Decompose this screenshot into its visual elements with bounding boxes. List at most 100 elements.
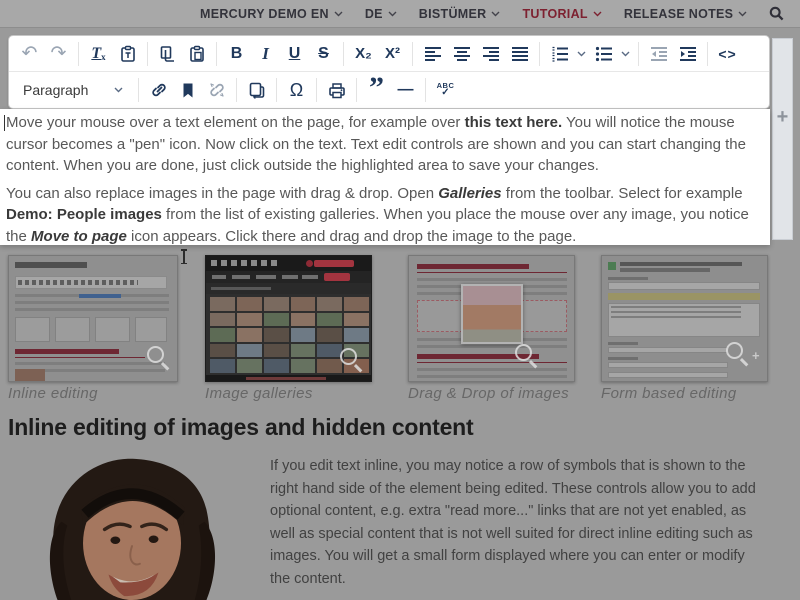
nav-item-mercury-demo-en[interactable]: MERCURY DEMO EN bbox=[200, 7, 343, 21]
gallery-thumbnail-drag-drop[interactable] bbox=[408, 255, 575, 382]
print-button[interactable] bbox=[322, 75, 351, 105]
anchor-button[interactable] bbox=[173, 75, 202, 105]
numbered-list-button[interactable] bbox=[545, 39, 574, 69]
face-thumbnail[interactable] bbox=[291, 313, 316, 327]
magnifier-icon[interactable] bbox=[147, 346, 164, 363]
face-thumbnail[interactable] bbox=[237, 297, 262, 311]
face-thumbnail[interactable] bbox=[291, 328, 316, 342]
strikethrough-button[interactable]: S bbox=[309, 39, 338, 69]
nav-item-bistuemer[interactable]: BISTÜMER bbox=[419, 7, 501, 21]
source-code-button[interactable]: <> bbox=[713, 39, 742, 69]
remove-link-button[interactable] bbox=[202, 75, 231, 105]
face-thumbnail[interactable] bbox=[237, 328, 262, 342]
face-thumbnail[interactable] bbox=[210, 297, 235, 311]
face-thumbnail[interactable] bbox=[210, 313, 235, 327]
insert-link-button[interactable] bbox=[144, 75, 173, 105]
strikethrough-icon: S bbox=[318, 46, 329, 62]
face-thumbnail[interactable] bbox=[264, 297, 289, 311]
gallery-thumbnail-inline-editing[interactable] bbox=[8, 255, 178, 382]
face-thumbnail[interactable] bbox=[237, 344, 262, 358]
toolbar-separator bbox=[707, 42, 708, 66]
editor-paragraph: You can also replace images in the page … bbox=[6, 183, 764, 248]
thumbnail-caption: Drag & Drop of images bbox=[408, 385, 569, 402]
special-character-button[interactable]: Ω bbox=[282, 75, 311, 105]
select-all-button[interactable] bbox=[242, 75, 271, 105]
align-right-button[interactable] bbox=[476, 39, 505, 69]
search-button[interactable] bbox=[769, 6, 784, 21]
horizontal-rule-button[interactable]: — bbox=[391, 75, 420, 105]
decrease-indent-button[interactable] bbox=[644, 39, 673, 69]
underline-icon: U bbox=[289, 46, 301, 62]
align-center-button[interactable] bbox=[447, 39, 476, 69]
face-thumbnail[interactable] bbox=[344, 328, 369, 342]
toolbar-separator bbox=[78, 42, 79, 66]
nav-item-release-notes[interactable]: RELEASE NOTES bbox=[624, 7, 747, 21]
gallery-thumbnail-image-galleries[interactable] bbox=[205, 255, 372, 382]
toolbar-separator bbox=[539, 42, 540, 66]
undo-button[interactable]: ↶ bbox=[15, 39, 44, 69]
bold-button[interactable]: B bbox=[222, 39, 251, 69]
magnifier-icon[interactable] bbox=[340, 348, 357, 365]
bookmark-icon bbox=[181, 82, 195, 99]
increase-indent-button[interactable] bbox=[673, 39, 702, 69]
face-thumbnail[interactable] bbox=[264, 313, 289, 327]
face-thumbnail[interactable] bbox=[210, 359, 235, 373]
spellcheck-button[interactable]: ABC ✓ bbox=[431, 75, 460, 105]
face-thumbnail[interactable] bbox=[291, 344, 316, 358]
justify-icon bbox=[511, 46, 529, 62]
toolbar-separator bbox=[216, 42, 217, 66]
bullet-list-menu-button[interactable] bbox=[618, 39, 633, 69]
chevron-down-icon bbox=[388, 11, 397, 17]
gallery-thumbnail-form-editing[interactable]: + bbox=[601, 255, 768, 382]
add-content-strip[interactable]: + bbox=[772, 38, 793, 240]
select-all-icon bbox=[248, 81, 266, 99]
face-thumbnail[interactable] bbox=[264, 344, 289, 358]
face-thumbnail[interactable] bbox=[317, 313, 342, 327]
face-thumbnail[interactable] bbox=[237, 359, 262, 373]
paragraph-format-select[interactable]: Paragraph bbox=[15, 75, 133, 105]
chevron-down-icon bbox=[114, 87, 123, 93]
unlink-icon bbox=[208, 81, 226, 99]
face-thumbnail[interactable] bbox=[317, 344, 342, 358]
magnifier-icon[interactable] bbox=[726, 342, 743, 359]
clear-formatting-button[interactable]: Tx bbox=[84, 39, 113, 69]
underline-button[interactable]: U bbox=[280, 39, 309, 69]
face-thumbnail[interactable] bbox=[210, 344, 235, 358]
align-left-button[interactable] bbox=[418, 39, 447, 69]
paste-button[interactable] bbox=[182, 39, 211, 69]
face-thumbnail[interactable] bbox=[264, 328, 289, 342]
face-thumbnail[interactable] bbox=[264, 359, 289, 373]
toolbar-separator bbox=[638, 42, 639, 66]
nav-item-tutorial[interactable]: TUTORIAL bbox=[522, 7, 601, 21]
face-thumbnail[interactable] bbox=[317, 359, 342, 373]
face-thumbnail[interactable] bbox=[237, 313, 262, 327]
justify-button[interactable] bbox=[505, 39, 534, 69]
align-left-icon bbox=[424, 46, 442, 62]
italic-button[interactable]: I bbox=[251, 39, 280, 69]
toolbar-row-2: Paragraph bbox=[9, 72, 769, 108]
numbered-list-menu-button[interactable] bbox=[574, 39, 589, 69]
face-thumbnail[interactable] bbox=[317, 297, 342, 311]
editor-paragraph: Move your mouse over a text element on t… bbox=[6, 112, 764, 177]
numbered-list-icon bbox=[551, 46, 569, 62]
source-code-icon: <> bbox=[718, 47, 736, 61]
chevron-down-icon bbox=[738, 11, 747, 17]
opencms-inline-editing-screen: MERCURY DEMO EN DE BISTÜMER TUTORIAL REL… bbox=[0, 0, 800, 600]
inline-text-editor[interactable]: Move your mouse over a text element on t… bbox=[0, 109, 770, 245]
superscript-button[interactable]: X² bbox=[378, 39, 407, 69]
face-thumbnail[interactable] bbox=[344, 297, 369, 311]
subscript-button[interactable]: X₂ bbox=[349, 39, 378, 69]
paste-as-text-button[interactable] bbox=[113, 39, 142, 69]
face-thumbnail[interactable] bbox=[291, 359, 316, 373]
face-thumbnail[interactable] bbox=[291, 297, 316, 311]
redo-button[interactable]: ↷ bbox=[44, 39, 73, 69]
face-thumbnail[interactable] bbox=[317, 328, 342, 342]
face-thumbnail[interactable] bbox=[344, 313, 369, 327]
bullet-list-button[interactable] bbox=[589, 39, 618, 69]
blockquote-icon: ” bbox=[369, 83, 384, 97]
copy-button[interactable] bbox=[153, 39, 182, 69]
blockquote-button[interactable]: ” bbox=[362, 75, 391, 105]
magnifier-icon[interactable] bbox=[515, 344, 532, 361]
face-thumbnail[interactable] bbox=[210, 328, 235, 342]
nav-item-de[interactable]: DE bbox=[365, 7, 397, 21]
